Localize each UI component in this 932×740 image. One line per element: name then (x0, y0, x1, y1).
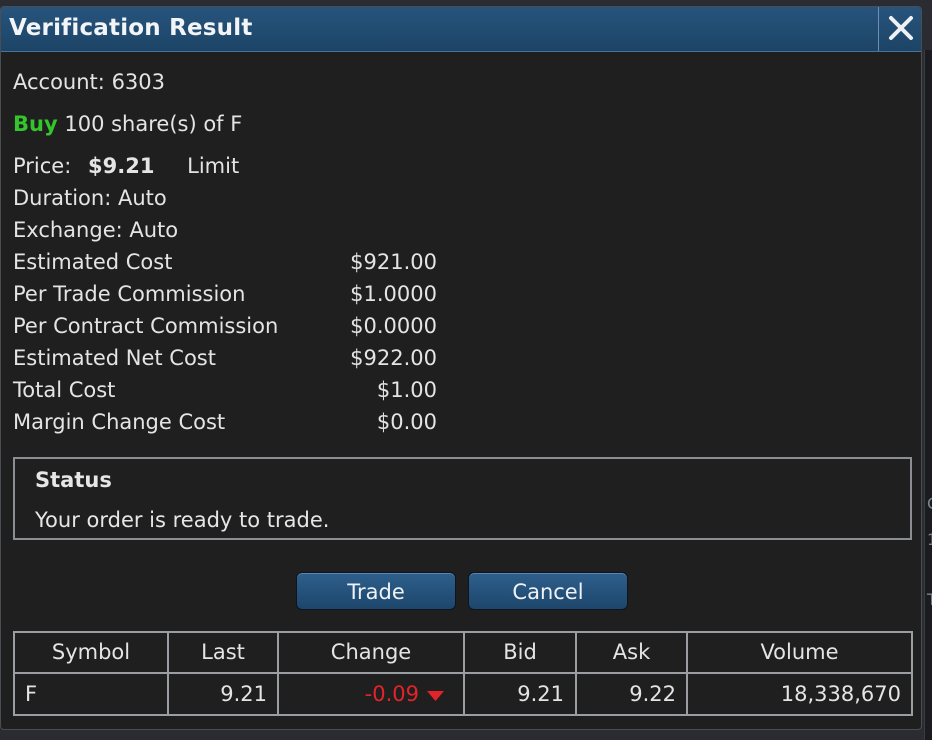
cost-label: Total Cost (13, 378, 116, 402)
cost-value: $922.00 (350, 346, 437, 370)
order-side: Buy (13, 112, 58, 136)
trade-button[interactable]: Trade (296, 572, 456, 610)
column-header-symbol: Symbol (51, 640, 131, 664)
cost-row-total-cost: Total Cost $1.00 (13, 378, 437, 408)
cancel-button[interactable]: Cancel (468, 572, 628, 610)
account-line: Account: 6303 (13, 70, 165, 94)
dialog-title: Verification Result (9, 15, 253, 41)
column-header-volume: Volume (760, 640, 839, 664)
cost-row-margin-change-cost: Margin Change Cost $0.00 (13, 410, 437, 440)
cost-value: $921.00 (350, 250, 437, 274)
account-label: Account: (13, 70, 105, 94)
cell-symbol: F (25, 682, 38, 706)
exchange-line: Exchange: Auto (13, 218, 179, 242)
price-line: Price: $9.21 Limit (13, 154, 239, 178)
background-text-fragment: C (927, 494, 932, 513)
header-divider (15, 672, 911, 674)
cell-volume: 18,338,670 (780, 682, 901, 706)
status-message: Your order is ready to trade. (35, 508, 330, 532)
triangle-down-icon (427, 691, 444, 701)
order-summary-line: Buy 100 share(s) of F (13, 112, 242, 136)
status-panel: Status Your order is ready to trade. (13, 457, 912, 540)
cost-row-estimated-net-cost: Estimated Net Cost $922.00 (13, 346, 437, 376)
cell-last: 9.21 (220, 682, 267, 706)
cost-value: $0.0000 (350, 314, 437, 338)
order-description: 100 share(s) of F (64, 112, 243, 136)
price-value: $9.21 (88, 154, 155, 178)
cost-value: $0.00 (376, 410, 437, 434)
background-window-edge: C 1 T (924, 50, 932, 740)
close-button[interactable] (878, 7, 921, 51)
dialog-title-bar[interactable]: Verification Result (1, 7, 921, 52)
account-number: 6303 (111, 70, 166, 94)
background-text-fragment: T (927, 590, 932, 609)
cost-value: $1.0000 (350, 282, 437, 306)
close-icon (889, 16, 913, 40)
column-header-last: Last (201, 640, 245, 664)
verification-dialog: Verification Result Account: 6303 Buy 10… (0, 6, 922, 730)
cost-label: Margin Change Cost (13, 410, 226, 434)
cell-ask: 9.22 (629, 682, 676, 706)
cost-label: Per Contract Commission (13, 314, 279, 338)
quote-table: Symbol Last Change Bid Ask Volume F 9.21… (13, 631, 913, 716)
status-title: Status (35, 468, 112, 492)
cell-bid: 9.21 (517, 682, 564, 706)
price-label: Price: (13, 154, 72, 178)
cost-row-per-contract-commission: Per Contract Commission $0.0000 (13, 314, 437, 344)
cost-value: $1.00 (376, 378, 437, 402)
cost-row-estimated-cost: Estimated Cost $921.00 (13, 250, 437, 280)
column-header-ask: Ask (612, 640, 651, 664)
duration-line: Duration: Auto (13, 186, 167, 210)
cost-label: Per Trade Commission (13, 282, 246, 306)
cost-label: Estimated Net Cost (13, 346, 216, 370)
cost-row-per-trade-commission: Per Trade Commission $1.0000 (13, 282, 437, 312)
column-header-bid: Bid (503, 640, 537, 664)
cost-label: Estimated Cost (13, 250, 173, 274)
column-header-change: Change (330, 640, 412, 664)
order-type: Limit (187, 154, 240, 178)
background-text-fragment: 1 (927, 530, 932, 549)
cell-change: -0.09 (364, 682, 419, 706)
